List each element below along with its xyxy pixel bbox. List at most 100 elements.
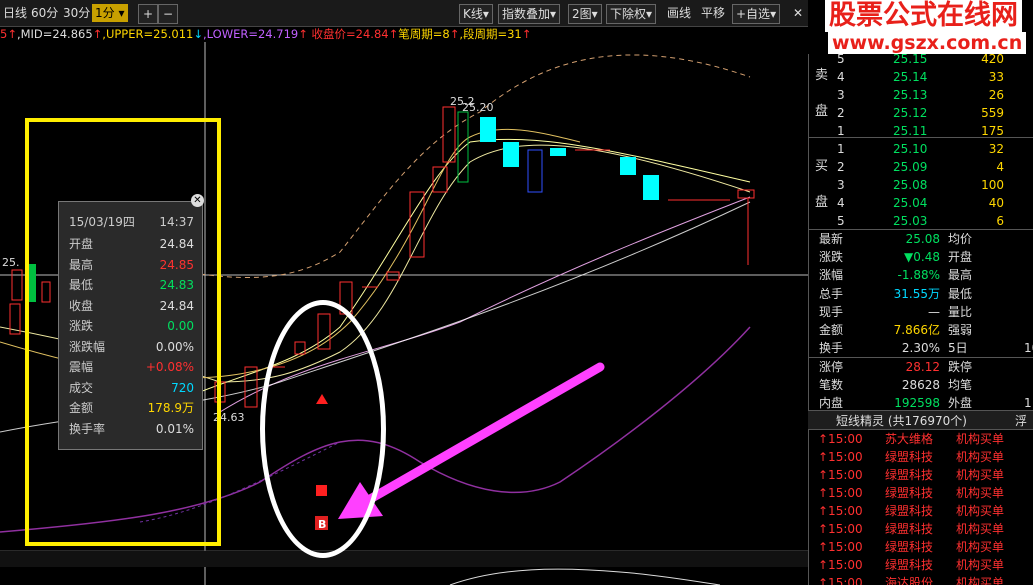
buy-price: 25.10 [893, 142, 928, 156]
lower-arrow: ↑ [298, 27, 308, 41]
stat-label: 笔数 [819, 377, 844, 392]
sell-row[interactable]: 2 25.12 559 [809, 104, 1033, 122]
sell-price: 25.13 [893, 88, 928, 102]
draw-line-button[interactable]: 画线 [664, 4, 694, 22]
bi-arrow: ↑ [449, 27, 460, 41]
sprite-item[interactable]: ↑15:00 绿盟科技 机构买单 [808, 556, 1033, 574]
sprite-item[interactable]: ↑15:00 绿盟科技 机构买单 [808, 538, 1033, 556]
stat-value: 7.866亿 [893, 323, 940, 337]
add-watchlist-label: +自选 [736, 7, 771, 21]
stat-label: 最新 [819, 232, 844, 246]
lower-value: ,LOWER=24.719 [203, 27, 299, 41]
popup-row: 最低 24.83 [69, 275, 194, 295]
stat-label-2: 最高 [948, 268, 973, 283]
sprite-time: ↑15:00 [818, 540, 863, 554]
sprite-time: ↑15:00 [818, 486, 863, 500]
sprite-action: 机构买单 [956, 432, 1005, 446]
popup-row-value: 0.00 [167, 319, 194, 333]
popup-row: 金额 178.9万 [69, 398, 194, 418]
close-value: 收盘价=24.84 [311, 27, 389, 41]
mid-value: ,MID=24.865 [16, 27, 93, 41]
sprite-item[interactable]: ↑15:00 苏大维格 机构买单 [808, 430, 1033, 448]
duan-period: ,段周期=31 [459, 27, 522, 41]
sell-row[interactable]: 4 25.14 33 [809, 68, 1033, 86]
stat-label-2: 量比 [948, 304, 973, 319]
stat-value: 31.55万 [893, 286, 940, 301]
candle [409, 191, 425, 258]
sell-volume: 420 [981, 52, 1004, 66]
annotation-arrow [360, 362, 605, 507]
mid-arrow: ↑ [92, 27, 103, 41]
stat-row: 涨幅 -1.88% 最高 [809, 266, 1033, 284]
exright-label: 下除权 [610, 7, 647, 21]
popup-date-row: 15/03/19四 14:37 [69, 212, 194, 232]
exright-dropdown[interactable]: 下除权▾ [606, 4, 657, 24]
sprite-action: 机构买单 [956, 522, 1005, 536]
period-30min-button[interactable]: 30分 [60, 4, 93, 22]
candle [550, 148, 566, 156]
period-1min-button[interactable]: 1分 ▾ [92, 4, 128, 22]
chevron-down-icon: ▾ [482, 7, 489, 21]
sprite-stock: 绿盟科技 [885, 468, 934, 482]
stat-label-2: 5日 [948, 341, 968, 356]
left-price-label: 25. [2, 256, 20, 269]
upper-arrow: ↓ [193, 27, 204, 41]
period-daily-button[interactable]: 日线 [0, 4, 30, 22]
add-watchlist-dropdown[interactable]: +自选▾ [732, 4, 781, 24]
buy-price: 25.04 [893, 196, 928, 210]
period-60min-button[interactable]: 60分 [28, 4, 61, 22]
kline-type-dropdown[interactable]: K线▾ [459, 4, 493, 24]
pan-button[interactable]: 平移 [698, 4, 728, 22]
candle [620, 157, 636, 175]
close-popup-icon[interactable]: ✕ [191, 194, 204, 207]
stat-label: 现手 [819, 304, 844, 319]
candle [737, 189, 755, 199]
popup-row-value: 24.83 [159, 278, 194, 292]
zoom-out-button[interactable]: − [158, 4, 178, 24]
buy-row[interactable]: 5 25.03 6 [809, 212, 1033, 230]
bi-period: 笔周期=8 [398, 27, 450, 41]
chevron-down-icon: ▾ [770, 7, 777, 21]
sprite-item[interactable]: ↑15:00 绿盟科技 机构买单 [808, 502, 1033, 520]
stat-value: 25.08 [905, 232, 940, 246]
sell-price: 25.15 [893, 52, 928, 66]
sell-row[interactable]: 5 25.15 420 [809, 50, 1033, 68]
buy-row[interactable]: 1 25.10 32 [809, 140, 1033, 158]
float-button[interactable]: 浮 [1015, 412, 1027, 429]
popup-row: 开盘 24.84 [69, 234, 194, 254]
sprite-item[interactable]: ↑15:00 绿盟科技 机构买单 [808, 448, 1033, 466]
popup-row: 收盘 24.84 [69, 296, 194, 316]
sprite-item[interactable]: ↑15:00 绿盟科技 机构买单 [808, 484, 1033, 502]
buy-volume: 40 [988, 196, 1004, 210]
buy-row[interactable]: 2 25.09 4 [809, 158, 1033, 176]
index-overlay-dropdown[interactable]: 指数叠加▾ [498, 4, 561, 24]
sprite-item[interactable]: ↑15:00 绿盟科技 机构买单 [808, 466, 1033, 484]
buy-price: 25.03 [893, 214, 928, 228]
period-1min-label: 1分 [95, 6, 115, 20]
zoom-in-button[interactable]: + [138, 4, 158, 24]
sprite-time: ↑15:00 [818, 450, 863, 464]
sprite-item[interactable]: ↑15:00 海达股份 机构买单 [808, 574, 1033, 585]
sprite-time: ↑15:00 [818, 576, 863, 585]
buy-row[interactable]: 4 25.04 40 [809, 194, 1033, 212]
stat-row: 涨停 28.12 跌停 [809, 357, 1033, 376]
buy-row[interactable]: 3 25.08 100 [809, 176, 1033, 194]
sprite-action: 机构买单 [956, 450, 1005, 464]
close-icon[interactable]: ✕ [790, 4, 806, 22]
stat-label: 换手 [819, 341, 844, 356]
index-overlay-label: 指数叠加 [502, 7, 551, 21]
candle [643, 175, 659, 200]
stat-value: ▼0.48 [904, 250, 940, 265]
candle [386, 271, 400, 281]
popup-row-label: 最高 [69, 257, 94, 272]
sprite-item[interactable]: ↑15:00 绿盟科技 机构买单 [808, 520, 1033, 538]
upper-value: ,UPPER=25.011 [102, 27, 194, 41]
chevron-down-icon: ▾ [646, 7, 653, 21]
chart-count-dropdown[interactable]: 2图▾ [568, 4, 602, 24]
sprite-time: ↑15:00 [818, 504, 863, 518]
sell-row[interactable]: 3 25.13 26 [809, 86, 1033, 104]
sprite-time: ↑15:00 [818, 432, 863, 446]
sprite-action: 机构买单 [956, 558, 1005, 572]
candle-info-popup: 15/03/19四 14:37 开盘 24.84 最高 24.85 最低 24.83 收盘 2… [58, 201, 203, 450]
popup-date: 15/03/19四 [69, 215, 135, 229]
